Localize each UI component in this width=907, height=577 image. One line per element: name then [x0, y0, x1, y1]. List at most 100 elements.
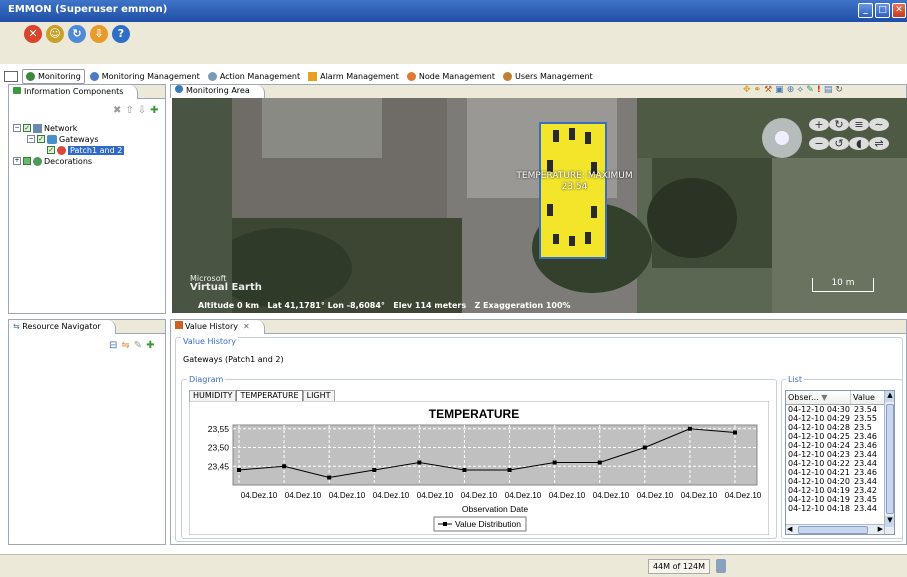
value-history-subtitle: Gateways (Patch1 and 2)	[183, 355, 284, 364]
map-view[interactable]: TEMPERATURE: MAXIMUM 23.54 + ↻ ≡ ∼ − ↺ ◖ ⇌ Mic…	[172, 98, 907, 313]
perspective-node-management[interactable]: Node Management	[404, 69, 498, 84]
tilt-down-icon[interactable]: ◖	[849, 137, 869, 150]
zoom-icon[interactable]: ⊕	[787, 85, 798, 95]
pan-icon[interactable]: ✥	[743, 85, 754, 95]
close-button[interactable]: ✕	[892, 3, 906, 18]
tree-item-gateways[interactable]: − ✓ Gateways	[27, 134, 99, 144]
delete-icon[interactable]: ✖	[113, 105, 125, 116]
perspective-monitoring-management[interactable]: Monitoring Management	[87, 69, 203, 84]
cell-observation: 04-12-10 04:21	[788, 468, 850, 477]
zoom-out-icon[interactable]: −	[809, 137, 829, 150]
table-row[interactable]: 04-12-10 04:22 23.44	[786, 459, 894, 468]
close-tab-icon[interactable]: ✕	[243, 322, 250, 331]
perspective-bar: Monitoring Monitoring Management Action …	[0, 67, 907, 85]
maximize-button[interactable]: □	[875, 3, 890, 18]
link-icon[interactable]: ⇋	[121, 340, 133, 351]
column-header-observation[interactable]: Obser... ▼	[786, 391, 850, 404]
list-label: List	[786, 375, 804, 384]
expand-icon[interactable]: +	[13, 157, 21, 165]
save-icon[interactable]: ▤	[824, 85, 836, 95]
table-row[interactable]: 04-12-10 04:29 23.55	[786, 414, 894, 423]
tab-value-history[interactable]: Value History ✕	[171, 320, 265, 334]
edit-icon[interactable]: ✎	[134, 340, 146, 351]
tab-monitoring-area[interactable]: Monitoring Area	[171, 85, 265, 98]
screenshot-icon[interactable]: ▣	[775, 85, 787, 95]
cell-value: 23.44	[854, 477, 877, 486]
cell-value: 23.45	[854, 495, 877, 504]
rotate-icon[interactable]: ↻	[835, 85, 846, 95]
diagram-label: Diagram	[187, 375, 226, 384]
add-icon[interactable]: ✚	[146, 340, 158, 351]
garbage-collect-icon[interactable]	[716, 559, 726, 573]
users-icon[interactable]: ☺	[46, 25, 64, 43]
column-header-value[interactable]: Value	[850, 391, 884, 404]
help-icon[interactable]: ?	[112, 25, 130, 43]
scroll-down-icon[interactable]: ▼	[885, 516, 894, 527]
measure-icon[interactable]: ⟡	[797, 85, 806, 95]
reset-view-icon[interactable]: ⇌	[869, 137, 889, 150]
cell-observation: 04-12-10 04:28	[788, 423, 850, 432]
perspective-action-management[interactable]: Action Management	[205, 69, 303, 84]
down-arrow-icon[interactable]: ⇩	[138, 105, 150, 116]
checkbox[interactable]: ✓	[47, 146, 55, 154]
cell-value: 23.42	[854, 486, 877, 495]
scroll-up-icon[interactable]: ▲	[885, 391, 894, 402]
refresh-icon[interactable]: ↻	[68, 25, 86, 43]
table-row[interactable]: 04-12-10 04:23 23.44	[786, 450, 894, 459]
table-row[interactable]: 04-12-10 04:20 23.44	[786, 477, 894, 486]
data-point	[642, 445, 647, 450]
map-toolbar: ✥⚭⚒▣⊕⟡✎!▤↻	[743, 85, 846, 95]
table-row[interactable]: 04-12-10 04:24 23.46	[786, 441, 894, 450]
tab-information-components[interactable]: Information Components	[9, 85, 139, 99]
link-icon[interactable]: ⚭	[754, 85, 765, 95]
legend-label: Value Distribution	[455, 519, 521, 529]
compass-center-icon[interactable]	[775, 131, 789, 145]
vertical-scrollbar[interactable]: ▲ ▼	[884, 391, 894, 534]
scrollbar-thumb[interactable]	[886, 404, 894, 514]
rotate-cw-icon[interactable]: ↻	[829, 118, 849, 131]
checkbox[interactable]: ✓	[23, 124, 31, 132]
table-row[interactable]: 04-12-10 04:19 23.45	[786, 495, 894, 504]
collapse-all-icon[interactable]: ⊟	[109, 340, 121, 351]
rotate-ccw-icon[interactable]: ↺	[829, 137, 849, 150]
minimize-button[interactable]: _	[858, 3, 873, 18]
table-row[interactable]: 04-12-10 04:18 23.44	[786, 504, 894, 513]
x-tick-label: 04.Dez.10	[549, 491, 586, 500]
stop-icon[interactable]: ✕	[24, 25, 42, 43]
tilt-up-icon[interactable]: ≡	[849, 118, 869, 131]
add-icon[interactable]: ✚	[150, 105, 162, 116]
export-icon[interactable]: ⇩	[90, 25, 108, 43]
table-row[interactable]: 04-12-10 04:30 23.54	[786, 405, 894, 414]
table-row[interactable]: 04-12-10 04:25 23.46	[786, 432, 894, 441]
up-arrow-icon[interactable]: ⇧	[125, 105, 137, 116]
perspective-alarm-management[interactable]: Alarm Management	[305, 69, 402, 84]
tree-item-patch[interactable]: ✓ Patch1 and 2	[47, 145, 125, 155]
scroll-right-icon[interactable]: ▶	[878, 525, 883, 533]
checkbox[interactable]: ✓	[37, 135, 45, 143]
alert-icon[interactable]: !	[817, 85, 824, 95]
resource-navigator-panel: ⇆ Resource Navigator ⊟⇋✎✚	[8, 319, 166, 545]
collapse-icon[interactable]: −	[27, 135, 35, 143]
zoom-in-icon[interactable]: +	[809, 118, 829, 131]
tab-resource-navigator[interactable]: ⇆ Resource Navigator	[9, 320, 116, 334]
hscrollbar-thumb[interactable]	[798, 526, 868, 534]
checkbox[interactable]	[23, 157, 31, 165]
monitoring-area-tabbar: Monitoring Area ✥⚭⚒▣⊕⟡✎!▤↻	[170, 84, 907, 98]
draw-icon[interactable]: ✎	[806, 85, 817, 95]
perspective-monitoring[interactable]: Monitoring	[22, 68, 85, 84]
look-icon[interactable]: ∼	[869, 118, 889, 131]
table-row[interactable]: 04-12-10 04:19 23.42	[786, 486, 894, 495]
collapse-icon[interactable]: −	[13, 124, 21, 132]
open-perspective-icon[interactable]	[4, 70, 18, 82]
perspective-users-management[interactable]: Users Management	[500, 69, 596, 84]
table-row[interactable]: 04-12-10 04:21 23.46	[786, 468, 894, 477]
table-row[interactable]: 04-12-10 04:28 23.5	[786, 423, 894, 432]
scroll-left-icon[interactable]: ◀	[787, 525, 792, 533]
horizontal-scrollbar[interactable]: ◀ ▶	[786, 524, 884, 534]
window-title-bar: EMMON (Superuser emmon) _ □ ✕	[0, 0, 907, 22]
tree-item-network[interactable]: − ✓ Network	[13, 123, 77, 133]
tree-item-decorations[interactable]: + Decorations	[13, 156, 92, 166]
tools-icon[interactable]: ⚒	[764, 85, 775, 95]
x-tick-label: 04.Dez.10	[725, 491, 762, 500]
cell-value: 23.44	[854, 450, 877, 459]
